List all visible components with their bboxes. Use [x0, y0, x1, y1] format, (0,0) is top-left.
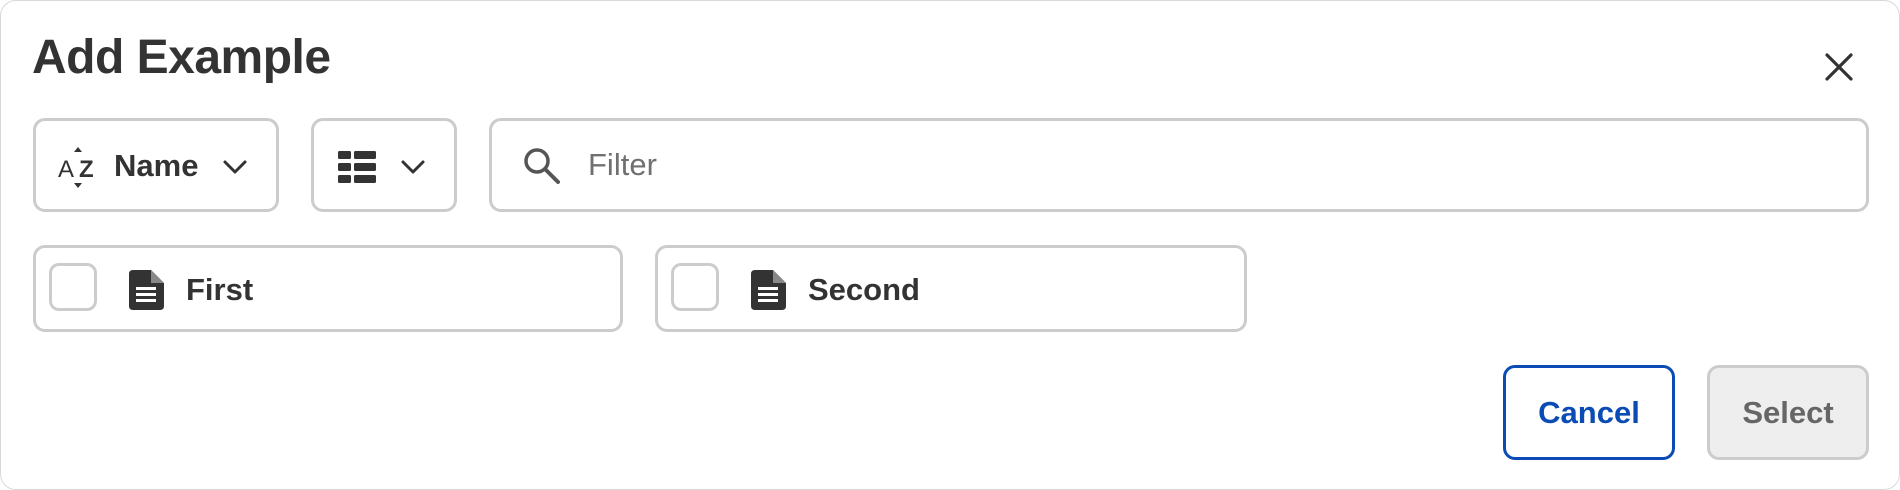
item-label: First — [186, 272, 254, 307]
dialog-title: Add Example — [32, 31, 331, 84]
sort-label: Name — [114, 148, 199, 183]
list-item-first[interactable]: First — [33, 245, 623, 332]
sort-az-icon: A Z — [58, 147, 94, 188]
document-icon — [751, 270, 786, 310]
grid-view-icon — [338, 151, 376, 183]
svg-text:A: A — [58, 156, 74, 183]
close-icon — [1825, 53, 1853, 81]
add-example-dialog: Add Example A Z Name Filter First Second… — [0, 0, 1900, 490]
sort-dropdown[interactable]: A Z Name — [33, 118, 279, 212]
chevron-down-icon — [401, 160, 425, 174]
item-checkbox[interactable] — [49, 263, 97, 311]
select-button[interactable]: Select — [1707, 365, 1869, 460]
item-label: Second — [808, 272, 920, 307]
filter-field[interactable] — [489, 118, 1869, 212]
item-checkbox[interactable] — [671, 263, 719, 311]
svg-text:Z: Z — [79, 156, 94, 183]
close-button[interactable] — [1817, 45, 1861, 89]
view-mode-dropdown[interactable] — [311, 118, 457, 212]
search-icon — [524, 148, 560, 184]
document-icon — [129, 270, 164, 310]
chevron-down-icon — [223, 160, 247, 174]
filter-input[interactable] — [588, 141, 1848, 189]
cancel-button[interactable]: Cancel — [1503, 365, 1675, 460]
list-item-second[interactable]: Second — [655, 245, 1247, 332]
